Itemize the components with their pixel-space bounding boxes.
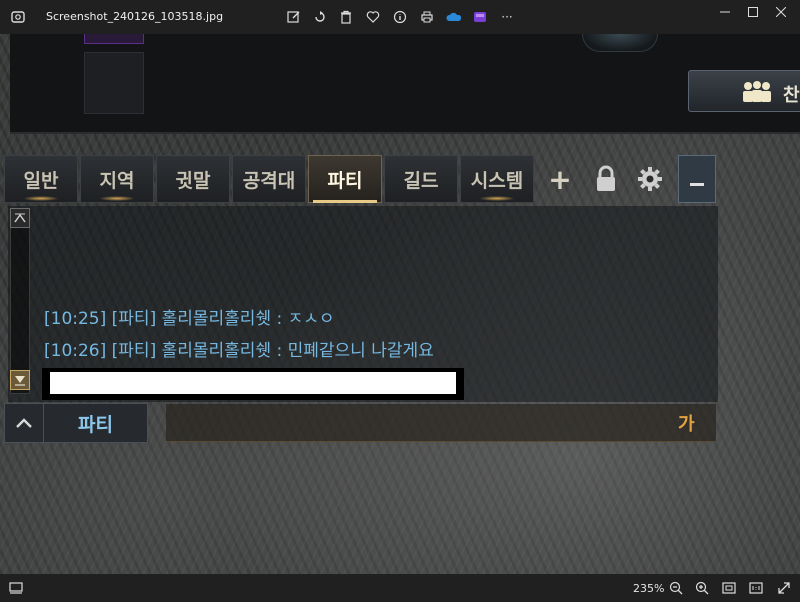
print-icon[interactable]: [417, 7, 437, 27]
rotate-icon[interactable]: [310, 7, 330, 27]
redacted-region: [42, 368, 464, 400]
fullscreen-icon[interactable]: [774, 579, 794, 597]
skill-slot: [84, 34, 144, 44]
party-button-label: 찬: [783, 85, 800, 106]
photos-app-icon: [11, 11, 25, 23]
scroll-bottom-icon[interactable]: [10, 370, 30, 390]
edit-icon[interactable]: [284, 7, 304, 27]
chat-scrollbar[interactable]: [10, 208, 30, 394]
ime-indicator[interactable]: 가: [678, 410, 695, 436]
status-bar: 235%: [0, 574, 800, 602]
filmstrip-icon[interactable]: [6, 579, 26, 597]
tab-party[interactable]: 파티: [308, 155, 382, 203]
chevron-up-icon: [16, 418, 32, 428]
zoom-level: 235%: [633, 582, 665, 595]
emblem-icon: [582, 34, 658, 52]
tab-label: 공격대: [242, 169, 296, 192]
onedrive-icon[interactable]: [444, 7, 464, 27]
fit-to-window-icon[interactable]: [719, 579, 739, 597]
party-button[interactable]: 찬: [688, 70, 800, 112]
tab-raid[interactable]: 공격대: [232, 155, 306, 203]
tab-general[interactable]: 일반: [4, 155, 78, 203]
tab-label: 시스템: [470, 169, 524, 192]
channel-toggle-button[interactable]: [4, 403, 44, 443]
chat-message: [10:25] [파티] 홀리몰리홀리쉣 : ㅈㅅㅇ: [44, 309, 335, 329]
chat-input[interactable]: [166, 404, 716, 442]
tab-region[interactable]: 지역: [80, 155, 154, 203]
zoom-out-icon[interactable]: [666, 579, 686, 597]
chat-message: [10:26] [파티] 홀리몰리홀리쉣 : 민폐같으니 나갈게요: [44, 341, 434, 361]
add-tab-button[interactable]: +: [540, 155, 580, 203]
plus-icon: +: [548, 162, 572, 196]
tab-label: 귓말: [175, 169, 211, 192]
channel-selector[interactable]: 파티: [44, 403, 148, 443]
delete-icon[interactable]: [336, 7, 356, 27]
gear-icon[interactable]: [630, 155, 670, 203]
skill-slot: [84, 52, 144, 114]
minimize-chat-button[interactable]: [678, 155, 716, 203]
file-name: Screenshot_240126_103518.jpg: [46, 10, 224, 23]
actual-size-icon[interactable]: [746, 579, 766, 597]
title-bar: Screenshot_240126_103518.jpg ···: [0, 0, 800, 34]
tab-label: 지역: [99, 169, 135, 192]
clipchamp-icon[interactable]: [470, 7, 490, 27]
tab-label: 길드: [403, 169, 439, 192]
tab-label: 파티: [327, 169, 363, 192]
tab-label: 일반: [23, 169, 59, 192]
info-icon[interactable]: [390, 7, 410, 27]
zoom-in-icon[interactable]: [692, 579, 712, 597]
more-icon[interactable]: ···: [497, 7, 517, 27]
channel-label: 파티: [78, 413, 113, 436]
lock-icon[interactable]: [586, 155, 626, 203]
tab-system[interactable]: 시스템: [460, 155, 534, 203]
tab-guild[interactable]: 길드: [384, 155, 458, 203]
party-members-icon: [743, 81, 771, 102]
close-icon[interactable]: [762, 0, 800, 24]
tab-whisper[interactable]: 귓말: [156, 155, 230, 203]
game-top-panel: [10, 34, 800, 134]
favorite-icon[interactable]: [363, 7, 383, 27]
scroll-up-icon[interactable]: [10, 208, 30, 228]
image-canvas[interactable]: 찬 일반 지역 귓말 공격대 파티 길드 시스템 + [10:25] [파티] …: [0, 34, 800, 574]
